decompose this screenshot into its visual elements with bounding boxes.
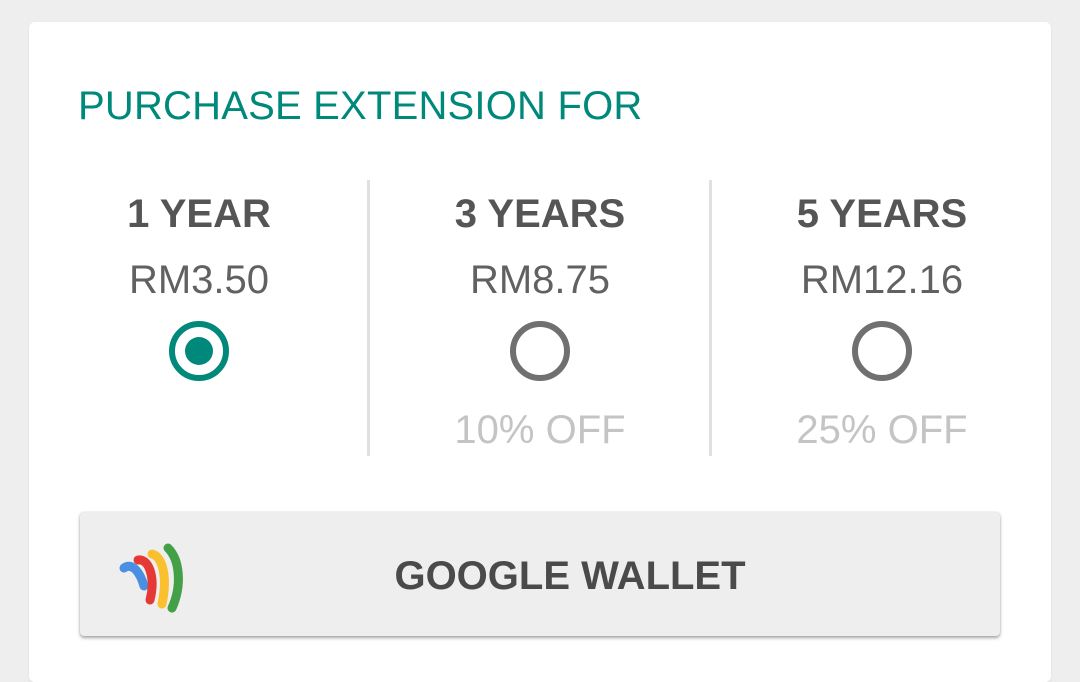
section-heading: PURCHASE EXTENSION FOR [78,84,643,128]
option-term-label: 1 YEAR [127,192,271,236]
radio-button[interactable] [510,321,570,381]
wallet-button-label: GOOGLE WALLET [394,554,746,598]
option-price: RM8.75 [469,258,611,302]
option-price: RM12.16 [800,258,964,302]
google-wallet-button[interactable]: GOOGLE WALLET [80,512,1000,636]
duration-options: 1 YEAR RM3.50 3 YEARS RM8.75 10% OFF 5 Y… [29,180,1051,456]
option-3-years[interactable]: 3 YEARS RM8.75 10% OFF [370,180,710,456]
option-1-year[interactable]: 1 YEAR RM3.50 [29,180,369,456]
radio-button-selected[interactable] [169,321,229,381]
radio-dot [185,337,213,365]
discount-label: 10% OFF [454,408,626,452]
option-term-label: 5 YEARS [796,192,968,236]
option-term-label: 3 YEARS [454,192,626,236]
discount-label: 25% OFF [796,408,968,452]
purchase-extension-card: PURCHASE EXTENSION FOR 1 YEAR RM3.50 3 Y… [29,22,1051,682]
option-price: RM3.50 [128,258,270,302]
option-5-years[interactable]: 5 YEARS RM12.16 25% OFF [712,180,1052,456]
radio-button[interactable] [852,321,912,381]
